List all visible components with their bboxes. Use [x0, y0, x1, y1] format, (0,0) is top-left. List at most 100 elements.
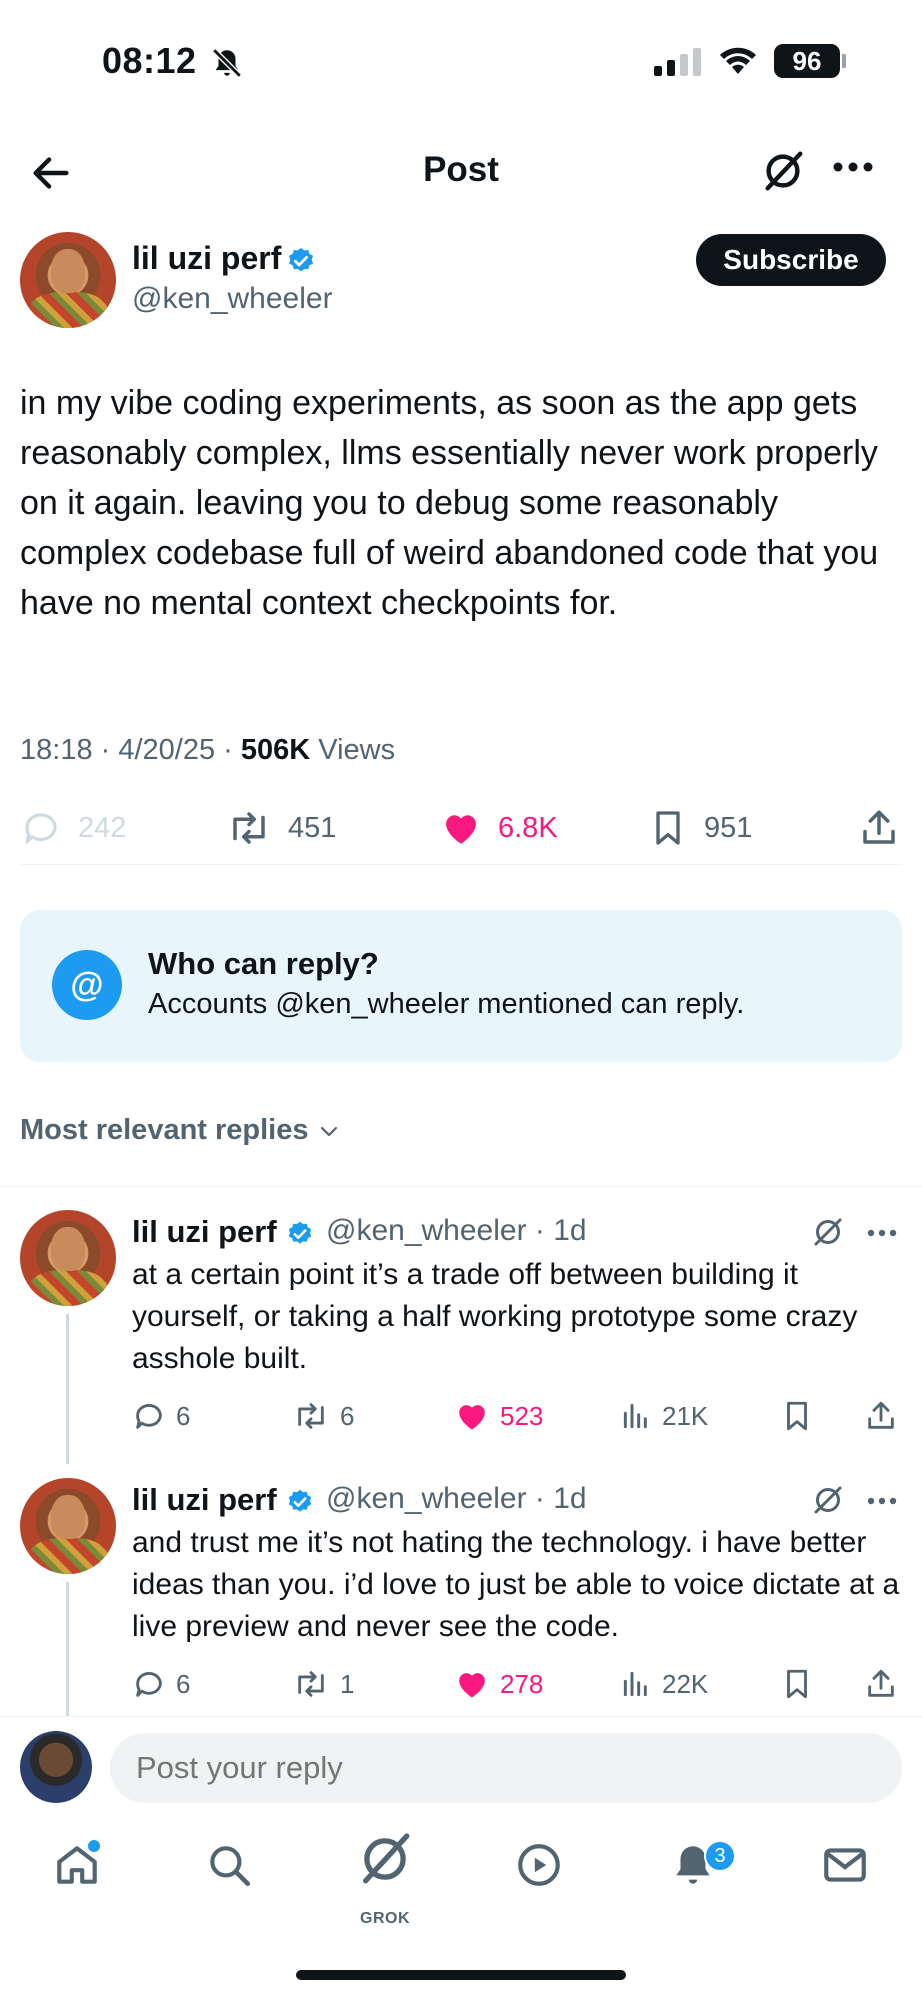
grok-icon[interactable] [810, 1482, 846, 1518]
post-text: in my vibe coding experiments, as soon a… [20, 384, 879, 622]
divider [0, 1186, 922, 1187]
repost-button[interactable]: 451 [226, 800, 336, 856]
reply-author-name[interactable]: lil uzi perf [132, 1482, 277, 1518]
author-handle[interactable]: @ken_wheeler [132, 282, 333, 316]
reply-avatar[interactable] [20, 1478, 116, 1574]
repost-button[interactable]: 6 [292, 1396, 354, 1436]
views-chart-icon [623, 1671, 647, 1697]
verified-badge-icon [288, 1221, 312, 1244]
reply-handle-line: @ken_wheeler · 1d [326, 1482, 587, 1515]
heart-filled-icon [446, 815, 476, 844]
messages-envelope-icon[interactable] [820, 1840, 870, 1890]
reply-handle[interactable]: @ken_wheeler [326, 1482, 527, 1515]
battery-indicator: 96 [774, 44, 840, 78]
share-icon[interactable] [858, 800, 900, 856]
author-name[interactable]: lil uzi perf [132, 240, 281, 277]
bookmark-count: 951 [704, 811, 753, 844]
share-icon[interactable] [864, 1664, 898, 1704]
like-count: 523 [500, 1400, 544, 1431]
repost-icon [298, 1403, 324, 1429]
reply-author-name[interactable]: lil uzi perf [132, 1214, 277, 1250]
views-chart-icon [623, 1403, 647, 1429]
compose-bar [0, 1716, 922, 1820]
who-can-reply-box: @ Who can reply? Accounts @ken_wheeler m… [20, 910, 902, 1062]
share-icon[interactable] [864, 1396, 898, 1436]
at-sign-icon: @ [52, 950, 122, 1020]
reply-icon [25, 813, 57, 844]
author-avatar[interactable] [20, 232, 116, 328]
repost-icon [298, 1671, 324, 1697]
reply-icon [136, 1672, 162, 1697]
reply-button[interactable]: 6 [132, 1396, 190, 1436]
like-count: 278 [500, 1668, 544, 1699]
chevron-down-icon [320, 1126, 337, 1136]
signal-icon [654, 48, 701, 76]
bookmark-icon [656, 811, 680, 845]
more-options-icon[interactable] [832, 160, 874, 174]
post-time: 18:18 [20, 734, 93, 766]
home-indicator [296, 1970, 626, 1980]
replies-sort-label: Most relevant replies [20, 1114, 309, 1146]
bookmark-icon[interactable] [780, 1664, 814, 1704]
reply-button[interactable]: 242 [20, 800, 126, 856]
grok-nav-icon[interactable] [356, 1830, 414, 1888]
reply-button[interactable]: 6 [132, 1664, 190, 1704]
grok-icon[interactable] [810, 1214, 846, 1250]
views-count: 22K [662, 1668, 709, 1699]
reply-action-bar: 6 6 523 21K [0, 1396, 922, 1436]
bell-off-icon [212, 48, 242, 78]
subscribe-button[interactable]: Subscribe [696, 234, 886, 286]
reply-count: 6 [176, 1400, 191, 1431]
views-count: 21K [662, 1400, 709, 1431]
divider [20, 864, 902, 865]
more-options-icon[interactable] [866, 1496, 898, 1506]
grok-icon[interactable] [760, 148, 806, 194]
reply-text: at a certain point it’s a trade off betw… [132, 1258, 858, 1375]
who-can-reply-text: Accounts @ken_wheeler mentioned can repl… [148, 988, 745, 1020]
video-play-icon[interactable] [514, 1840, 564, 1890]
post-meta: 18:18 · 4/20/25 · 506K Views [20, 734, 396, 766]
verified-badge-icon [289, 247, 313, 272]
repost-count: 6 [340, 1400, 355, 1431]
reply-age[interactable]: 1d [553, 1482, 586, 1515]
repost-button[interactable]: 1 [292, 1664, 354, 1704]
who-can-reply-title: Who can reply? [148, 946, 379, 981]
post-action-bar: 242 451 6.8K 951 [0, 800, 922, 856]
reply-text: and trust me it’s not hating the technol… [132, 1526, 900, 1643]
reply-action-bar: 6 1 278 22K [0, 1664, 922, 1704]
reply-count: 242 [78, 811, 127, 844]
reply-handle[interactable]: @ken_wheeler [326, 1214, 527, 1247]
repost-count: 1 [340, 1668, 355, 1699]
reply-count: 6 [176, 1668, 191, 1699]
replies-sort-dropdown[interactable]: Most relevant replies [20, 1114, 341, 1147]
reply-input[interactable] [110, 1733, 902, 1803]
bookmark-button[interactable]: 951 [648, 800, 752, 856]
more-options-icon[interactable] [866, 1228, 898, 1238]
wifi-icon [720, 47, 756, 74]
repost-count: 451 [288, 811, 337, 844]
bookmark-icon[interactable] [780, 1396, 814, 1436]
repost-icon [233, 812, 265, 844]
like-button[interactable]: 278 [454, 1664, 543, 1704]
post-views-count: 506K [240, 734, 311, 766]
status-bar: 08:12 96 [0, 0, 922, 120]
verified-badge-icon [288, 1489, 312, 1512]
views-button[interactable]: 21K [620, 1396, 708, 1436]
views-button[interactable]: 22K [620, 1664, 708, 1704]
post-date[interactable]: 4/20/25 [118, 734, 215, 766]
like-button[interactable]: 523 [454, 1396, 543, 1436]
reply-icon [136, 1404, 162, 1429]
bottom-nav: GROK 3 [0, 1820, 922, 1932]
reply-age[interactable]: 1d [553, 1214, 586, 1247]
heart-filled-icon [459, 1405, 485, 1430]
thread-line [66, 1314, 69, 1464]
home-unread-dot [88, 1840, 100, 1852]
status-time: 08:12 [102, 40, 197, 81]
search-icon[interactable] [204, 1840, 254, 1890]
heart-filled-icon [459, 1673, 485, 1698]
reply-avatar[interactable] [20, 1210, 116, 1306]
grok-nav-label: GROK [360, 1910, 410, 1927]
like-button[interactable]: 6.8K [440, 800, 558, 856]
battery-nub [842, 54, 846, 68]
my-avatar[interactable] [20, 1731, 92, 1803]
